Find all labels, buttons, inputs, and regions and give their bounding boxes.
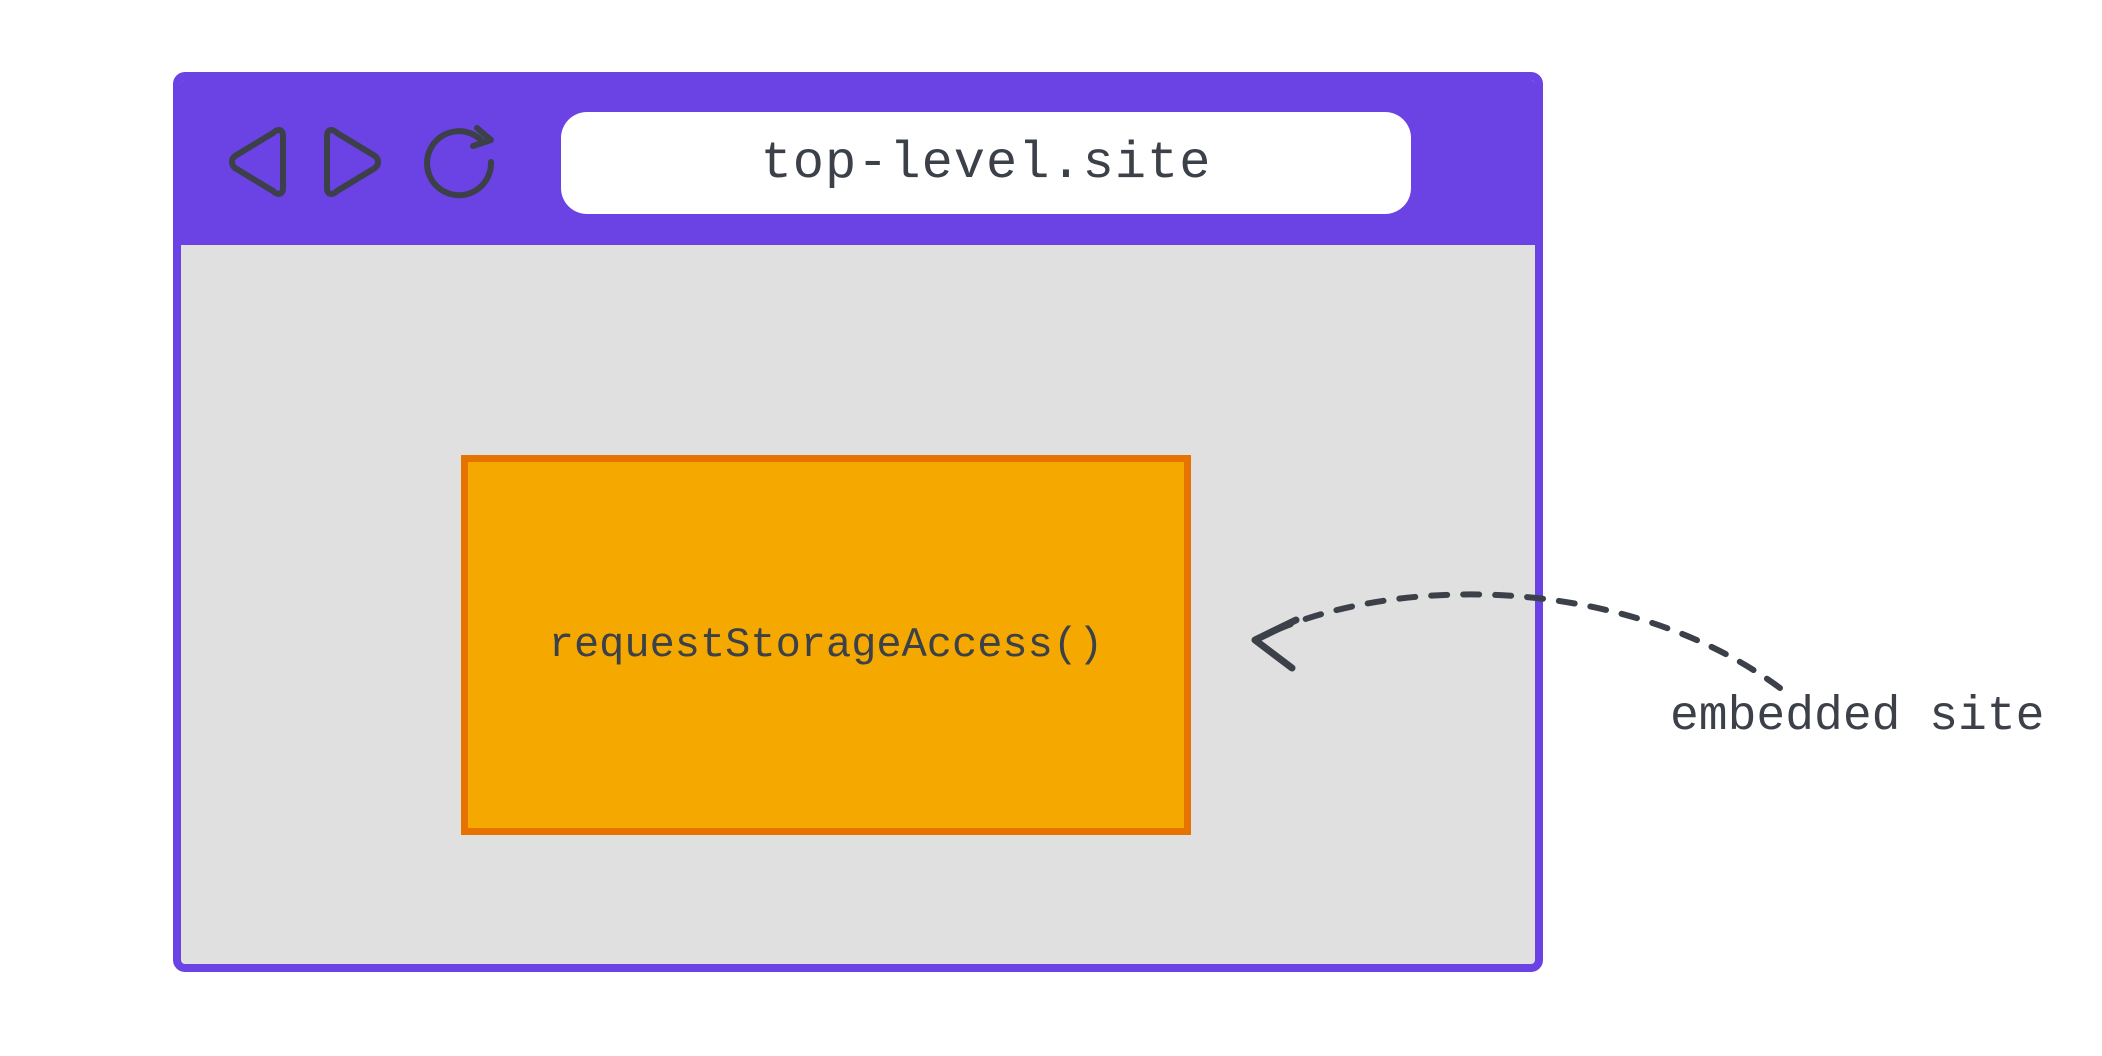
browser-window: top-level.site requestStorageAccess(): [173, 72, 1543, 972]
reload-icon[interactable]: [417, 120, 501, 204]
embedded-site-box: requestStorageAccess(): [461, 455, 1191, 835]
nav-button-group: [221, 120, 501, 204]
url-text: top-level.site: [761, 134, 1212, 193]
back-icon[interactable]: [221, 120, 291, 204]
diagram-canvas: top-level.site requestStorageAccess() em…: [0, 0, 2102, 1056]
annotation-label: embedded site: [1670, 690, 2044, 744]
embedded-site-code: requestStorageAccess(): [549, 621, 1104, 669]
forward-icon[interactable]: [319, 120, 389, 204]
browser-content-area: requestStorageAccess(): [181, 245, 1535, 964]
browser-header: top-level.site: [181, 80, 1535, 245]
url-bar[interactable]: top-level.site: [561, 112, 1411, 214]
